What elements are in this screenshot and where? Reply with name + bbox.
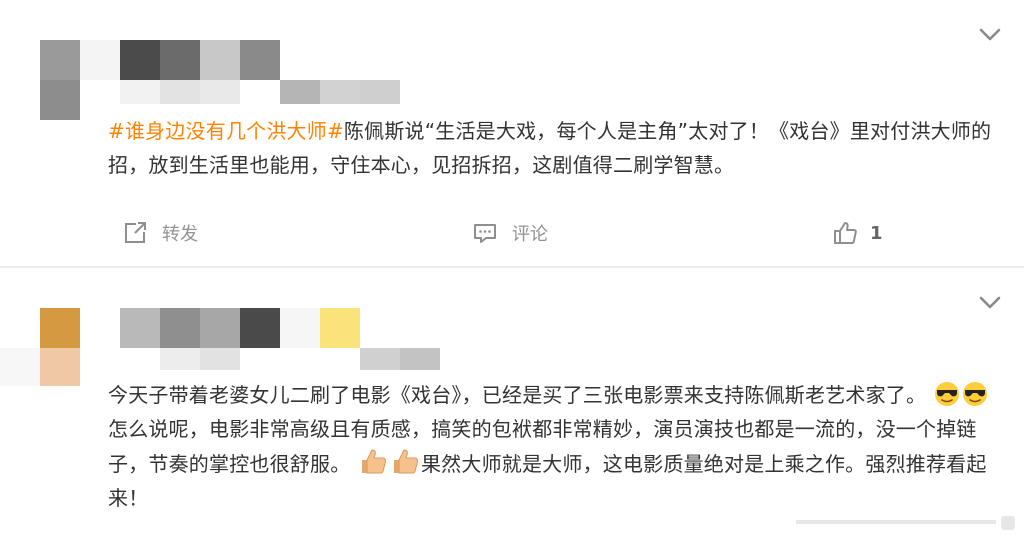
chevron-down-icon[interactable] [978,26,1002,44]
comment-label: 评论 [512,224,548,245]
comment-button[interactable]: 评论 [472,216,548,250]
feed-post-2: 今天子带着老婆女儿二刷了电影《戏台》，已经是买了三张电影票来支持陈佩斯老艺术家了… [0,268,1024,544]
thumbs-up-emoji [358,446,388,476]
like-count: 1 [870,222,883,244]
repost-icon [122,220,148,246]
repost-label: 转发 [162,224,198,245]
comment-icon [472,220,498,246]
topic-link[interactable]: #谁身边没有几个洪大师# [108,119,344,143]
post-body-part-1: 今天子带着老婆女儿二刷了电影《戏台》，已经是买了三张电影票来支持陈佩斯老艺术家了… [108,383,927,407]
sunglasses-emoji [934,381,960,407]
chevron-down-icon[interactable] [978,294,1002,312]
watermark [796,514,1016,532]
thumbs-up-icon [832,220,858,246]
post-text: #谁身边没有几个洪大师#陈佩斯说“生活是大戏，每个人是主角”太对了！《戏台》里对… [108,114,998,182]
thumbs-up-emoji [390,446,420,476]
repost-button[interactable]: 转发 [122,216,198,250]
feed-post-1: #谁身边没有几个洪大师#陈佩斯说“生活是大戏，每个人是主角”太对了！《戏台》里对… [0,0,1024,266]
like-button[interactable]: 1 [832,216,883,250]
sunglasses-emoji [962,381,988,407]
post-text: 今天子带着老婆女儿二刷了电影《戏台》，已经是买了三张电影票来支持陈佩斯老艺术家了… [108,378,1000,515]
